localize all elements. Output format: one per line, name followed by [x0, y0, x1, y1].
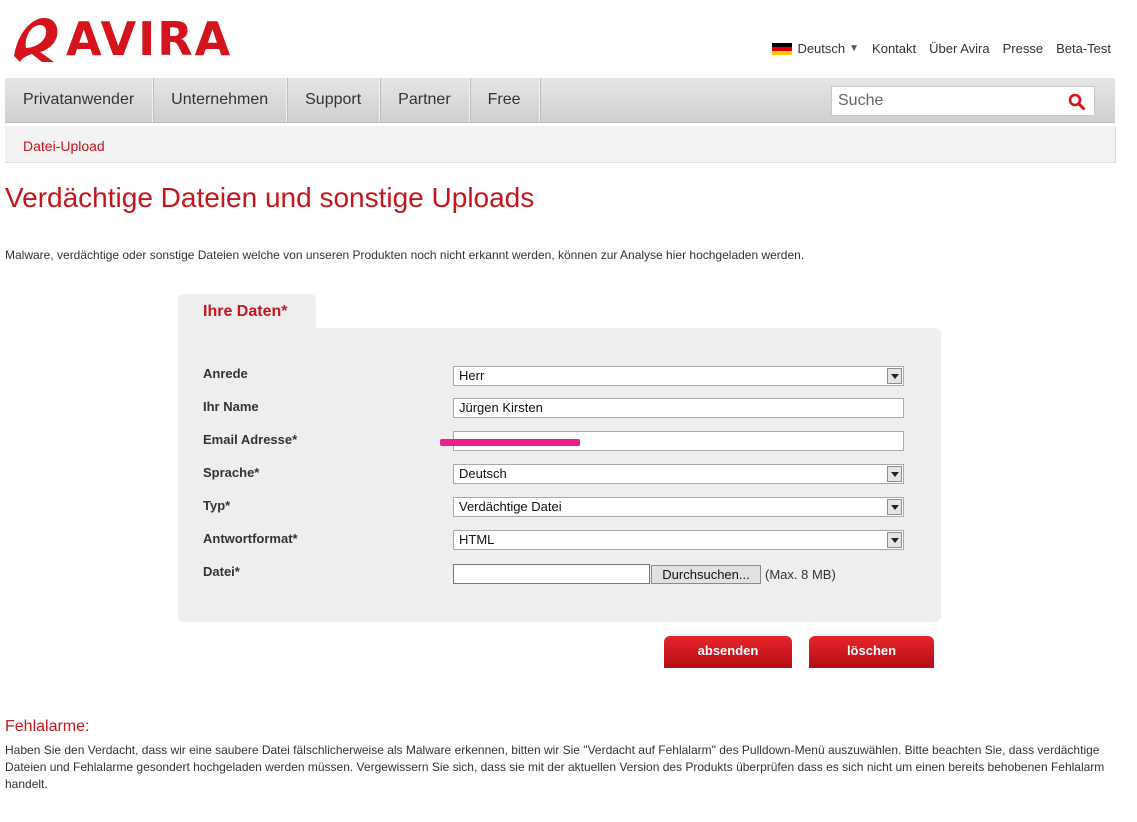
top-links: Deutsch ▼ Kontakt Über Avira Presse Beta…: [759, 41, 1111, 56]
breadcrumb-bar: Datei-Upload: [5, 126, 1116, 163]
avira-umbrella-logo-icon: [14, 18, 58, 62]
name-value: Jürgen Kirsten: [459, 400, 543, 415]
top-link-presse[interactable]: Presse: [1003, 41, 1043, 56]
name-field[interactable]: Jürgen Kirsten: [453, 398, 904, 418]
breadcrumb[interactable]: Datei-Upload: [23, 138, 105, 154]
label-email: Email Adresse*: [203, 432, 298, 447]
sprache-select[interactable]: Deutsch: [453, 464, 904, 484]
language-label: Deutsch: [797, 41, 846, 56]
brand-name: AVIRA: [66, 12, 233, 66]
browse-button[interactable]: Durchsuchen...: [651, 565, 761, 584]
nav-item-unternehmen[interactable]: Unternehmen: [153, 78, 288, 122]
dropdown-arrow-icon: ▼: [849, 43, 860, 54]
redaction-mark: [440, 439, 580, 446]
label-anrede: Anrede: [203, 366, 248, 381]
page-title: Verdächtige Dateien und sonstige Uploads: [5, 182, 535, 213]
select-arrow-icon[interactable]: [887, 532, 902, 548]
nav-item-partner[interactable]: Partner: [380, 78, 470, 122]
top-link-kontakt[interactable]: Kontakt: [872, 41, 916, 56]
label-sprache: Sprache*: [203, 465, 260, 480]
top-link-ueber-avira[interactable]: Über Avira: [929, 41, 989, 56]
select-arrow-icon[interactable]: [887, 466, 902, 482]
false-alarm-title: Fehlalarme:: [5, 718, 90, 735]
form-tab-label: Ihre Daten*: [203, 303, 288, 320]
search-icon[interactable]: [1068, 93, 1085, 110]
anrede-select[interactable]: Herr: [453, 366, 904, 386]
select-arrow-icon[interactable]: [887, 499, 902, 515]
nav-item-privatanwender[interactable]: Privatanwender: [5, 78, 154, 122]
form-tab: Ihre Daten*: [178, 294, 316, 330]
nav-item-support[interactable]: Support: [287, 78, 381, 122]
file-input[interactable]: [453, 564, 650, 584]
submit-button[interactable]: absenden: [664, 636, 792, 668]
label-antwortformat: Antwortformat*: [203, 531, 298, 546]
main-nav: Privatanwender Unternehmen Support Partn…: [5, 78, 1115, 123]
label-datei: Datei*: [203, 564, 240, 579]
intro-text: Malware, verdächtige oder sonstige Datei…: [5, 248, 805, 262]
clear-button[interactable]: löschen: [809, 636, 934, 668]
antwortformat-select[interactable]: HTML: [453, 530, 904, 550]
label-name: Ihr Name: [203, 399, 259, 414]
search-input[interactable]: [832, 87, 1064, 115]
language-selector[interactable]: Deutsch ▼: [772, 41, 859, 56]
select-arrow-icon[interactable]: [887, 368, 902, 384]
label-typ: Typ*: [203, 498, 231, 513]
antwortformat-value: HTML: [459, 532, 495, 547]
form-panel: Anrede Herr Ihr Name Jürgen Kirsten Emai…: [178, 328, 941, 622]
top-link-beta-test[interactable]: Beta-Test: [1056, 41, 1111, 56]
false-alarm-text: Haben Sie den Verdacht, dass wir eine sa…: [5, 743, 1105, 791]
typ-value: Verdächtige Datei: [459, 499, 562, 514]
avira-logo[interactable]: AVIRA: [10, 12, 230, 66]
german-flag-icon: [772, 42, 793, 55]
file-size-limit: (Max. 8 MB): [765, 567, 836, 582]
sprache-value: Deutsch: [459, 466, 507, 481]
search-box: [831, 86, 1095, 116]
typ-select[interactable]: Verdächtige Datei: [453, 497, 904, 517]
anrede-value: Herr: [459, 368, 485, 383]
nav-item-free[interactable]: Free: [470, 78, 540, 122]
